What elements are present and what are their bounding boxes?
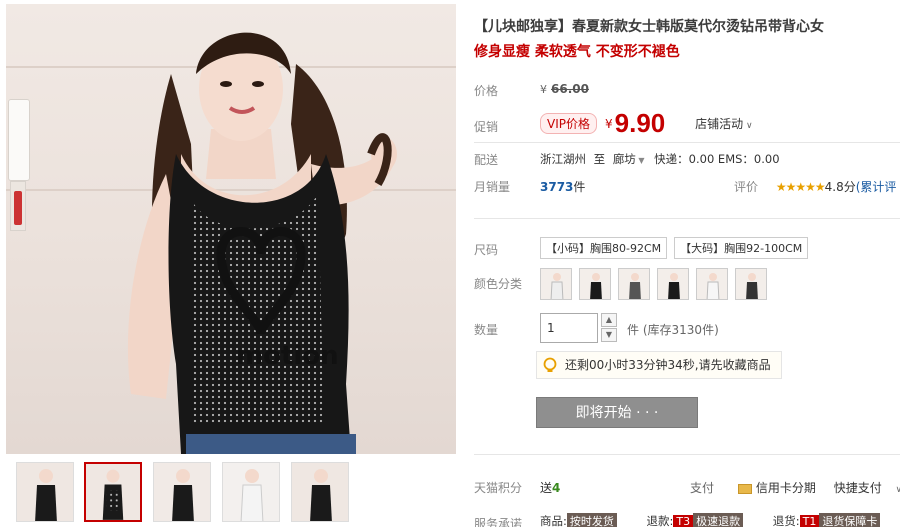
color-options xyxy=(540,268,790,302)
credit-card-icon xyxy=(737,483,752,494)
ship-to-word: 至 xyxy=(593,152,606,166)
quantity-label: 数量 xyxy=(474,323,499,337)
color-option-6[interactable] xyxy=(735,268,767,300)
divider xyxy=(474,142,900,143)
color-option-3[interactable] xyxy=(618,268,650,300)
tmall-points-row: 送4 xyxy=(540,479,560,496)
promo-price-row: VIP价格 ¥9.90 店铺活动 ∨ xyxy=(540,108,753,139)
stock-count: (库存3130件) xyxy=(642,323,719,337)
credit-card-label: 信用卡分期 xyxy=(755,481,816,495)
shipping-label: 配送 xyxy=(474,153,499,167)
return-code-badge: T1 xyxy=(799,515,820,527)
color-option-2[interactable] xyxy=(579,268,611,300)
rating-label: 评价 xyxy=(734,180,759,194)
ship-destination: 廊坊 xyxy=(612,152,636,166)
service-refund-prefix: 退款: xyxy=(646,514,674,527)
original-price-row: ¥66.00 xyxy=(540,82,589,96)
payment-row: 支付 信用卡分期 快捷支付 ∨ xyxy=(690,479,900,496)
ship-destination-select[interactable]: 廊坊 ▼ xyxy=(613,152,645,166)
points-give-word: 送 xyxy=(540,481,553,495)
thumbnail-3[interactable] xyxy=(153,462,211,522)
thumbnail-strip xyxy=(16,462,456,524)
color-option-1[interactable] xyxy=(540,268,572,300)
rating-score: 4.8分 xyxy=(824,180,856,194)
size-label: 尺码 xyxy=(474,243,499,257)
stock-info: 件 (库存3130件) xyxy=(627,321,719,338)
color-option-5[interactable] xyxy=(696,268,728,300)
refund-code-badge: T3 xyxy=(673,515,694,527)
countdown-text: 还剩00小时33分钟34秒,请先收藏商品 xyxy=(565,358,771,372)
thumbnail-2-selected[interactable] xyxy=(84,462,142,522)
divider xyxy=(474,454,900,455)
original-price: 66.00 xyxy=(551,82,589,96)
shipping-fees: 快递：0.00 EMS：0.00 xyxy=(654,152,780,166)
promo-label: 促销 xyxy=(474,120,499,134)
sales-unit: 件 xyxy=(573,180,586,194)
shipping-row: 浙江湖州 至 廊坊 ▼ 快递：0.00 EMS：0.00 xyxy=(540,151,780,167)
quantity-increase-button[interactable]: ▲ xyxy=(601,313,617,327)
vip-badge: VIP价格 xyxy=(540,113,597,134)
quick-pay-label[interactable]: 快捷支付 xyxy=(834,481,882,495)
thumbnail-4[interactable] xyxy=(222,462,280,522)
product-subtitle: 修身显瘦 柔软透气 不变形不褪色 xyxy=(474,44,680,60)
ship-from: 浙江湖州 xyxy=(540,152,586,166)
thumbnail-5[interactable] xyxy=(291,462,349,522)
points-value: 4 xyxy=(552,481,561,495)
monthly-sales-row: 3773件 xyxy=(540,178,585,195)
size-options: 【小码】胸围80-92CM 【大码】胸围92-100CM xyxy=(540,237,815,259)
quantity-decrease-button[interactable]: ▼ xyxy=(601,328,617,342)
monthly-sales-label: 月销量 xyxy=(474,180,511,194)
currency-symbol: ¥ xyxy=(605,116,613,131)
color-option-4[interactable] xyxy=(657,268,689,300)
return-guarantee-tag[interactable]: 退货保障卡 xyxy=(819,513,881,527)
svg-text:motion: motion xyxy=(236,341,339,371)
rating-row[interactable]: 评价 ★★★★★4.8分(累计评 xyxy=(734,178,896,195)
selected-thumbnail-arrow-icon xyxy=(110,462,122,463)
chevron-down-icon: ∨ xyxy=(895,485,900,495)
size-option-small[interactable]: 【小码】胸围80-92CM xyxy=(540,237,668,259)
payment-label: 支付 xyxy=(690,481,715,495)
service-return-prefix: 退货: xyxy=(772,514,800,527)
currency-symbol: ¥ xyxy=(540,83,547,96)
tmall-points-label: 天猫积分 xyxy=(474,481,523,495)
product-info-panel: 【儿块邮独享】春夏新款女士韩版莫代尔烫钻吊带背心女 修身显瘦 柔软透气 不变形不… xyxy=(474,0,900,527)
color-label: 颜色分类 xyxy=(474,277,523,291)
promo-price: 9.90 xyxy=(614,108,666,138)
chevron-down-icon: ▼ xyxy=(605,330,613,339)
fast-refund-tag[interactable]: 极速退款 xyxy=(693,513,744,527)
service-label: 服务承诺 xyxy=(474,517,523,527)
main-product-image[interactable]: motion xyxy=(6,4,456,454)
chevron-down-icon: ∨ xyxy=(743,121,753,131)
chevron-up-icon: ▲ xyxy=(605,315,613,324)
coming-soon-button[interactable]: 即将开始 · · · xyxy=(536,397,698,428)
model-illustration: motion xyxy=(127,32,397,454)
dropdown-triangle-icon: ▼ xyxy=(635,156,645,165)
shop-activity-label: 店铺活动 xyxy=(695,117,744,131)
rating-stars-icon: ★★★★★ xyxy=(775,180,826,194)
size-option-large[interactable]: 【大码】胸围92-100CM xyxy=(674,237,809,259)
credit-card-installment[interactable]: 信用卡分期 xyxy=(737,481,816,495)
divider xyxy=(474,218,900,219)
shop-activity-dropdown[interactable]: 店铺活动 ∨ xyxy=(695,117,752,131)
cumulative-reviews-link[interactable]: (累计评 xyxy=(856,180,897,194)
price-label: 价格 xyxy=(474,84,499,98)
countdown-notice: 还剩00小时33分钟34秒,请先收藏商品 xyxy=(536,351,782,379)
service-goods-prefix: 商品: xyxy=(540,514,567,527)
thumbnail-1[interactable] xyxy=(16,462,74,522)
on-time-delivery-tag[interactable]: 按时发货 xyxy=(566,513,617,527)
product-title: 【儿块邮独享】春夏新款女士韩版莫代尔烫钻吊带背心女 xyxy=(474,19,824,35)
quantity-input[interactable]: 1 xyxy=(540,313,598,343)
lightbulb-icon xyxy=(543,357,557,372)
service-row: 商品: 按时发货 退款: T3 极速退款 退货: T1 退货保障卡 xyxy=(540,513,881,527)
quantity-unit: 件 xyxy=(627,323,640,337)
monthly-sales-count: 3773 xyxy=(540,180,574,194)
